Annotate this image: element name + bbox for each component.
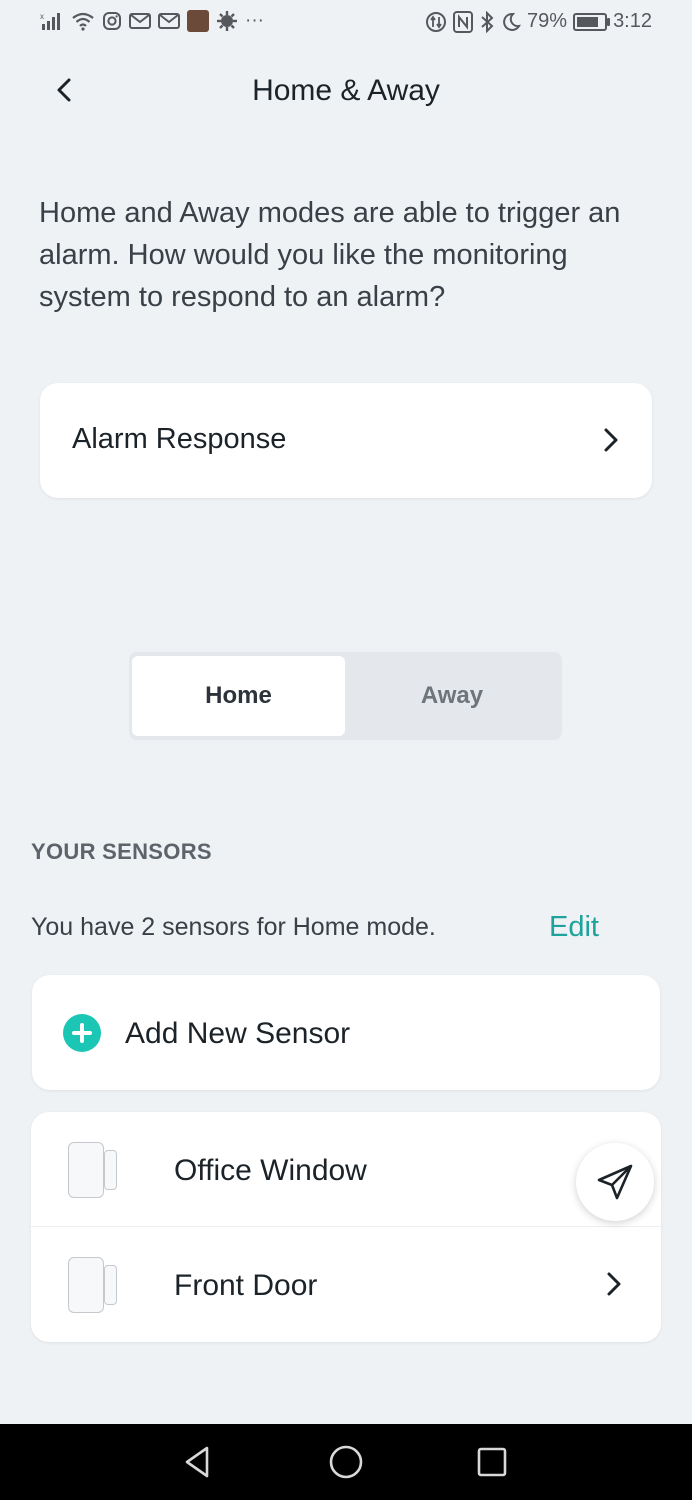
contact-sensor-icon <box>68 1142 118 1198</box>
mode-home-tab[interactable]: Home <box>132 656 345 736</box>
data-icon <box>425 11 447 33</box>
sensor-list: Office Window Front Door <box>31 1112 661 1342</box>
status-right: 79% 3:12 <box>425 10 652 33</box>
contact-sensor-icon <box>68 1257 118 1313</box>
plus-icon <box>63 1014 101 1052</box>
nav-back-button[interactable] <box>177 1442 217 1482</box>
paper-plane-icon <box>597 1164 633 1200</box>
home-circle-icon <box>329 1445 363 1479</box>
avatar-notification <box>187 10 209 32</box>
chevron-right-icon <box>601 1271 627 1297</box>
instagram-icon <box>102 11 122 31</box>
bluetooth-icon <box>479 10 495 33</box>
alarm-response-label: Alarm Response <box>72 423 287 455</box>
mode-away-tab[interactable]: Away <box>345 656 559 736</box>
nav-home-button[interactable] <box>326 1442 366 1482</box>
sensor-row-office-window[interactable]: Office Window <box>31 1112 661 1227</box>
chevron-right-icon <box>598 427 624 453</box>
nav-recents-button[interactable] <box>472 1442 512 1482</box>
add-sensor-label: Add New Sensor <box>125 1017 351 1050</box>
status-left: x ··· <box>40 10 264 32</box>
app-header: Home & Away <box>0 58 692 128</box>
settings-notification-icon <box>216 10 238 32</box>
battery-icon <box>573 12 611 31</box>
recents-square-icon <box>477 1447 507 1477</box>
status-bar: x ··· 79% 3:12 <box>0 0 692 46</box>
sensor-row-front-door[interactable]: Front Door <box>31 1227 661 1341</box>
battery-fill <box>577 16 599 27</box>
add-sensor-button[interactable]: Add New Sensor <box>32 975 660 1090</box>
mode-toggle: Home Away <box>129 652 562 740</box>
alarm-response-button[interactable]: Alarm Response <box>40 383 652 498</box>
wifi-icon <box>71 11 95 31</box>
system-nav-bar <box>0 1424 692 1500</box>
page-title: Home & Away <box>252 74 440 107</box>
moon-icon <box>501 12 521 32</box>
sensor-count-text: You have 2 sensors for Home mode. <box>31 913 436 941</box>
signal-x-icon: x <box>40 11 64 31</box>
svg-text:x: x <box>40 12 44 21</box>
battery-percent: 79% <box>527 10 568 32</box>
section-title: YOUR SENSORS <box>31 839 212 864</box>
more-icon: ··· <box>245 10 264 31</box>
back-triangle-icon <box>185 1446 209 1478</box>
clock: 3:12 <box>613 10 652 32</box>
gmail-icon <box>129 12 151 30</box>
gmail-icon <box>158 12 180 30</box>
sensor-name: Front Door <box>174 1269 318 1302</box>
nfc-icon <box>453 10 474 33</box>
intro-text: Home and Away modes are able to trigger … <box>39 197 621 313</box>
sensor-name: Office Window <box>174 1154 367 1187</box>
edit-button[interactable]: Edit <box>549 911 599 944</box>
send-feedback-button[interactable] <box>576 1143 654 1221</box>
